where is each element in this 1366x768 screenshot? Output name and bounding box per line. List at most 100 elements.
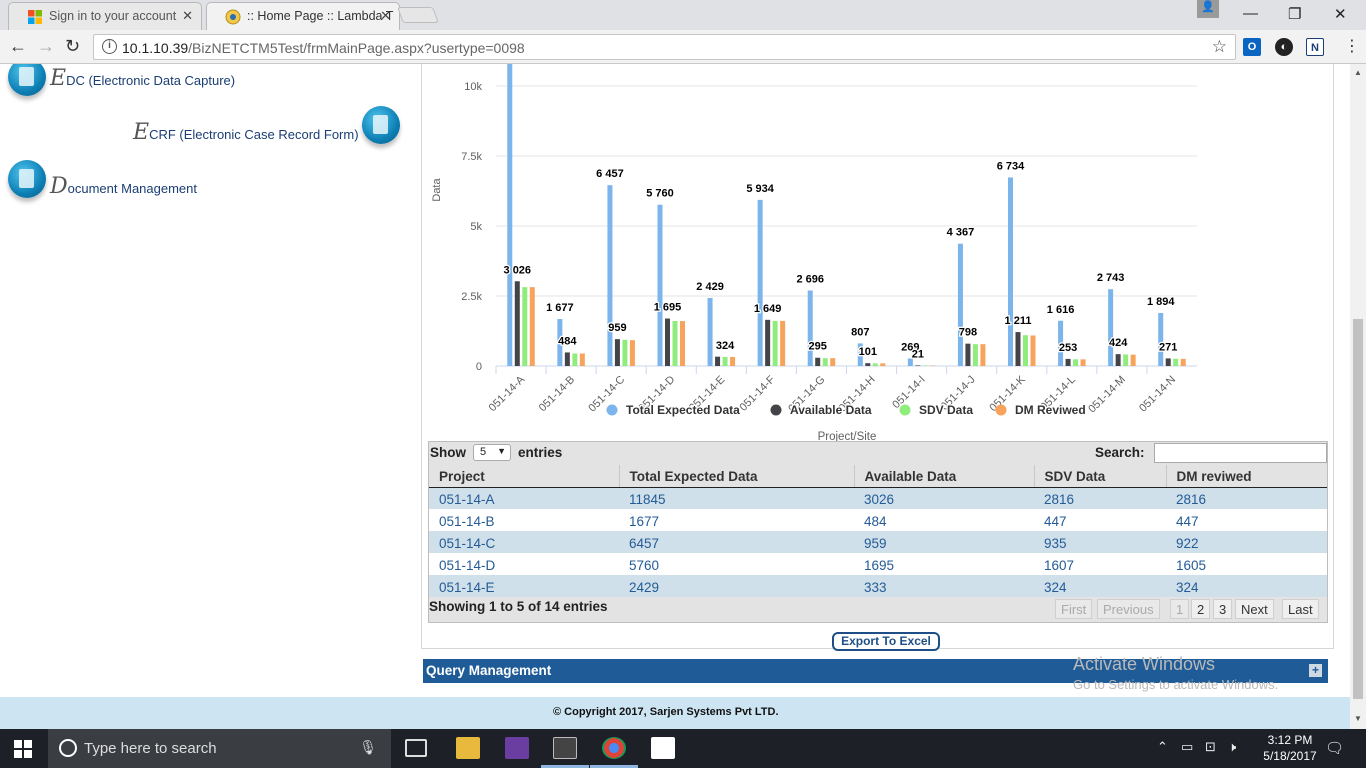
bar-dm-reviwed [1180,358,1186,366]
data-label: 6 457 [596,168,624,180]
new-tab-button[interactable] [397,7,439,23]
tab-home-page[interactable]: :: Home Page :: Lambda T ✕ [206,2,400,30]
windows-start-icon[interactable] [14,740,32,758]
address-toolbar: ← → ↻ i 10.1.10.39/BizNETCTM5Test/frmMai… [0,30,1366,64]
chevron-down-icon: ▼ [497,446,506,456]
table-row[interactable]: 051-14-A 11845 3026 2816 2816 [429,487,1327,509]
column-header-dm-reviewed[interactable]: DM reviwed [1166,465,1327,488]
column-header-total-expected[interactable]: Total Expected Data [619,465,855,488]
entries-length-select[interactable]: 5 ▼ [473,444,511,461]
bar-sdv-data [822,358,828,366]
bar-available-data [665,318,670,366]
tab-sign-in[interactable]: Sign in to your account ✕ [8,2,202,30]
page-scrollbar[interactable]: ▲ ▼ [1350,64,1366,729]
file-explorer-icon[interactable] [456,737,480,759]
sidebar-item-ecrf[interactable]: ECRF (Electronic Case Record Form) [133,120,359,145]
bar-dm-reviwed [1080,359,1086,366]
column-header-project[interactable]: Project [429,465,620,488]
close-window-icon[interactable]: ✕ [1334,5,1347,23]
project-data-chart: 0 2.5k 5k 7.5k 10k Data 051-14-A 051-14-B 051-14… [431,64,1197,442]
legend-marker [899,404,911,416]
bar-available-data [765,319,771,366]
search-input[interactable] [1154,443,1327,463]
table-cell: 922 [1166,531,1327,553]
close-tab-icon[interactable]: ✕ [182,8,193,24]
chrome-icon[interactable] [602,737,626,759]
close-tab-icon[interactable]: ✕ [380,8,391,24]
export-to-excel-button[interactable]: Export To Excel [832,632,940,651]
browser-tab-strip: Sign in to your account ✕ :: Home Page :… [0,0,1366,30]
bar-sdv-data [922,365,928,366]
data-label: 21 [912,348,924,360]
info-icon[interactable]: i [102,39,117,54]
ecrf-icon[interactable] [362,106,400,144]
microphone-icon[interactable]: 🎙 [359,739,377,756]
pager-page-2-button[interactable]: 2 [1191,599,1211,619]
table-row[interactable]: 051-14-C 6457 959 935 922 [429,531,1327,553]
scroll-up-icon[interactable]: ▲ [1354,68,1362,77]
column-header-available[interactable]: Available Data [854,465,1035,488]
pager-next-button[interactable]: Next [1235,599,1274,619]
show-hidden-icons-icon[interactable]: ⌃ [1157,739,1168,755]
reload-icon[interactable]: ↻ [65,36,80,57]
extension-icon[interactable]: ◐ [1275,38,1293,56]
legend-marker [770,404,782,416]
visual-studio-icon[interactable] [505,737,529,759]
bar-dm-reviwed [680,321,685,366]
table-cell: 333 [854,575,1034,597]
bookmark-star-icon[interactable]: ☆ [1212,37,1227,57]
page-content: EDC (Electronic Data Capture) ECRF (Elec… [0,64,1350,729]
table-cell: 051-14-E [429,575,619,597]
bar-dm-reviwed [730,356,736,366]
table-cell: 484 [854,509,1034,531]
pager-last-button[interactable]: Last [1282,599,1319,619]
tools-app-icon[interactable] [553,737,577,759]
table-cell: 324 [1034,575,1166,597]
scroll-down-icon[interactable]: ▼ [1354,714,1362,723]
network-icon[interactable]: ⊡ [1205,739,1216,755]
back-icon[interactable]: ← [9,36,27,57]
sidebar-item-edc[interactable]: EDC (Electronic Data Capture) [50,66,235,91]
profile-icon[interactable]: 👤 [1197,0,1219,18]
bar-sdv-data [872,363,878,366]
bar-dm-reviwed [930,365,936,366]
column-header-sdv[interactable]: SDV Data [1034,465,1167,488]
taskbar-search-box[interactable]: Type here to search 🎙 [48,729,391,768]
sidebar-item-document-management[interactable]: Document Management [50,174,197,199]
data-label: 1 616 [1047,304,1075,316]
data-label: 6 734 [997,160,1025,172]
table-row[interactable]: 051-14-B 1677 484 447 447 [429,509,1327,531]
document-management-icon[interactable] [8,160,46,198]
system-clock[interactable]: 3:12 PM 5/18/2017 [1254,732,1326,764]
outlook-extension-icon[interactable]: O [1243,38,1261,56]
pager-page-3-button[interactable]: 3 [1213,599,1233,619]
data-label: 271 [1159,341,1177,353]
project-data-table: Show 5 ▼ entries Search: Project Total E… [428,441,1328,623]
table-cell: 2429 [619,575,854,597]
table-cell: 1607 [1034,553,1166,575]
y-tick-label: 7.5k [461,151,482,163]
minimize-icon[interactable]: — [1243,5,1258,22]
task-view-icon[interactable] [405,739,427,757]
edc-icon[interactable] [8,64,46,96]
bar-available-data [715,356,721,366]
table-info: Showing 1 to 5 of 14 entries [429,599,608,614]
menu-icon[interactable]: ⋮ [1344,36,1360,56]
forward-icon[interactable]: → [37,36,55,57]
extension-n-icon[interactable]: N [1306,38,1324,56]
volume-icon[interactable]: 🕨 [1228,739,1236,755]
pager-previous-button[interactable]: Previous [1097,599,1160,619]
scroll-thumb[interactable] [1353,319,1363,699]
app-vc-icon[interactable] [651,737,675,759]
notifications-icon[interactable]: 🗨 [1325,739,1344,757]
pager-page-1-button[interactable]: 1 [1170,599,1190,619]
table-row[interactable]: 051-14-E 2429 333 324 324 [429,575,1327,597]
pager-first-button[interactable]: First [1055,599,1093,619]
data-label: 484 [558,335,577,347]
table-row[interactable]: 051-14-D 5760 1695 1607 1605 [429,553,1327,575]
expand-plus-icon[interactable]: + [1309,664,1322,677]
restore-icon[interactable]: ❐ [1288,5,1301,23]
battery-icon[interactable]: ▭ [1181,739,1193,755]
url-bar[interactable]: i 10.1.10.39/BizNETCTM5Test/frmMainPage.… [93,34,1236,60]
table-cell: 447 [1166,509,1327,531]
